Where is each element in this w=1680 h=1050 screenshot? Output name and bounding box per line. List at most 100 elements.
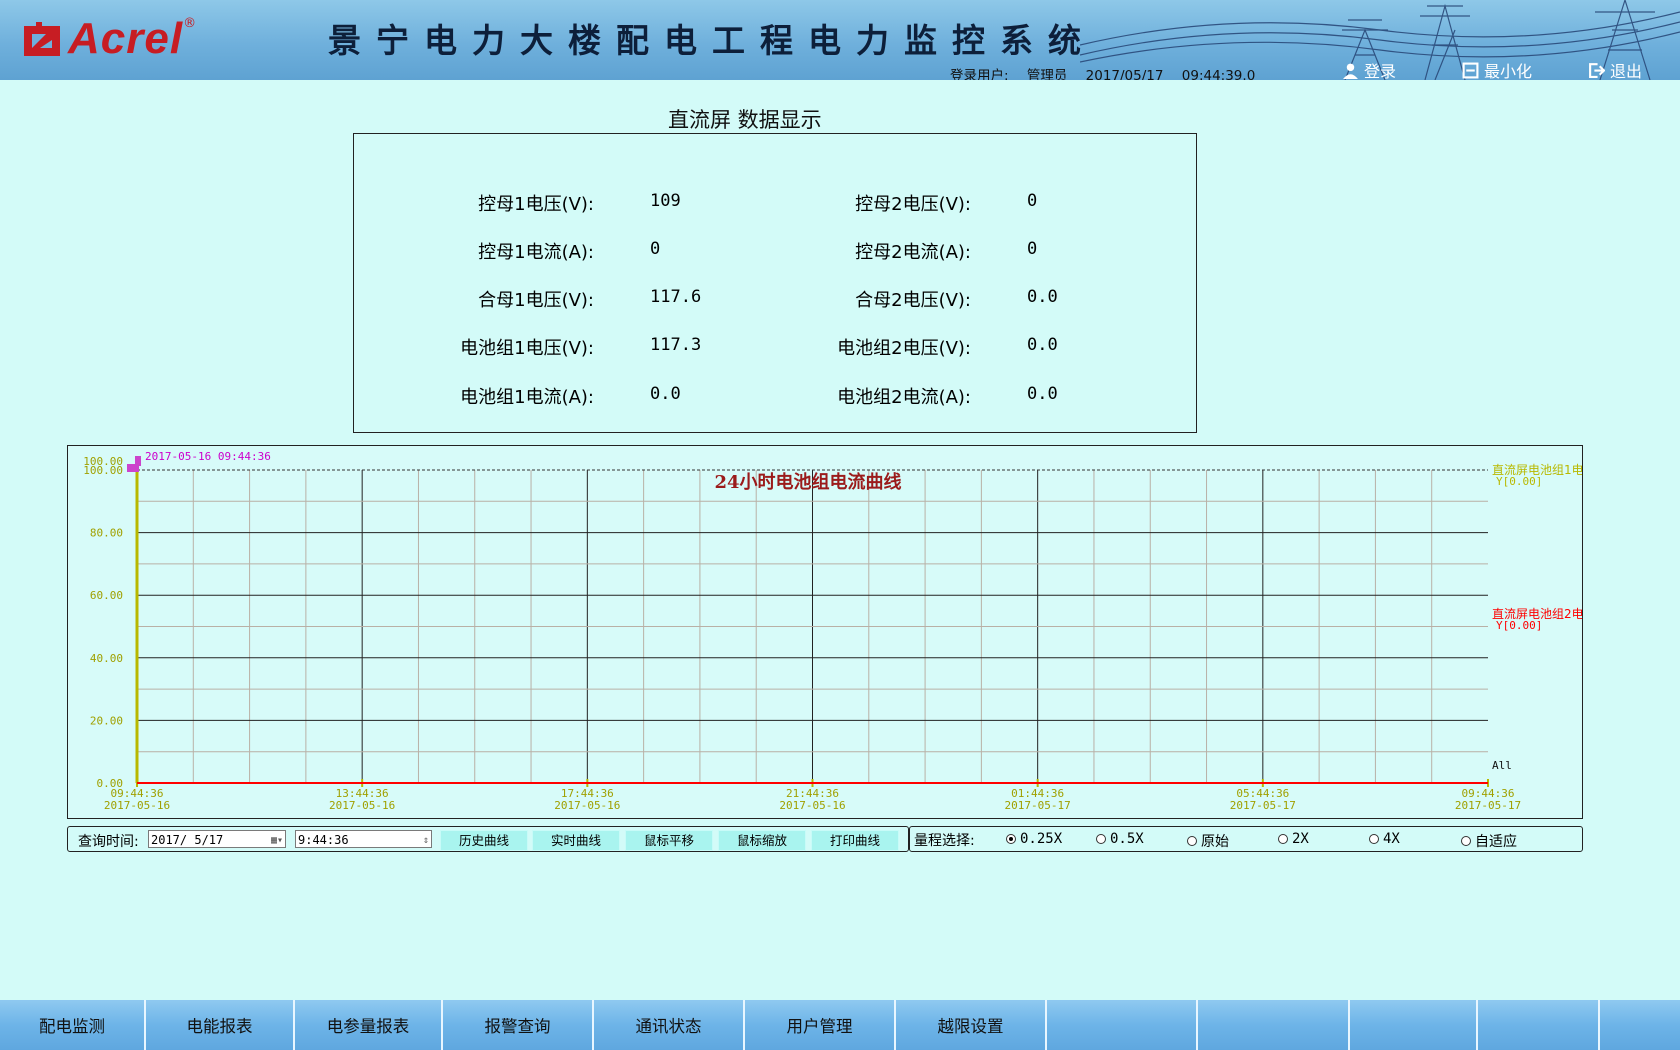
y-tick-label: 20.00 (90, 714, 123, 727)
x-tick-date: 2017-05-16 (329, 799, 395, 812)
query-time-value: 9:44:36 (298, 833, 349, 847)
close-bus2-voltage-label: 合母2电压(V): (855, 290, 971, 311)
user-icon (1343, 63, 1358, 79)
history-curve-button[interactable]: 历史曲线 (440, 830, 528, 851)
battery-current-chart[interactable]: 0.00 20.00 40.00 60.00 80.00 100.00 100.00 09:4… (67, 445, 1583, 819)
exit-button[interactable]: 退出 (1588, 58, 1642, 80)
y-top-label: 100.00 (83, 455, 123, 468)
nav-item-empty[interactable] (1047, 1000, 1198, 1050)
battery1-current-label: 电池组1电流(A): (460, 387, 594, 408)
minimize-label: 最小化 (1484, 62, 1533, 80)
x-tick-date: 2017-05-16 (104, 799, 170, 812)
radio-selected-icon (1006, 834, 1016, 844)
query-date-picker[interactable]: 2017/ 5/17 ▦▾ (148, 830, 286, 848)
ctrl-bus2-current-value: 0 (1027, 239, 1038, 259)
query-bar: 查询时间: 2017/ 5/17 ▦▾ 9:44:36 ⇕ 历史曲线 实时曲线 … (67, 826, 909, 852)
realtime-curve-button[interactable]: 实时曲线 (532, 830, 620, 851)
battery1-current-value: 0.0 (650, 384, 681, 404)
nav-user-management[interactable]: 用户管理 (745, 1000, 896, 1050)
radio-icon (1096, 834, 1106, 844)
query-time-label: 查询时间: (78, 834, 139, 850)
range-option-label: 自适应 (1475, 834, 1517, 850)
nav-energy-report[interactable]: 电能报表 (146, 1000, 295, 1050)
y-tick-label: 60.00 (90, 589, 123, 602)
nav-comm-status[interactable]: 通讯状态 (594, 1000, 745, 1050)
panel-title: 直流屏 数据显示 (668, 108, 822, 132)
battery2-current-value: 0.0 (1027, 384, 1058, 404)
radio-icon (1278, 834, 1288, 844)
range-option-label: 原始 (1201, 834, 1229, 850)
ctrl-bus1-voltage-value: 109 (650, 191, 681, 211)
battery1-voltage-label: 电池组1电压(V): (460, 338, 594, 359)
legend-series-value: Y[0.00] (1496, 619, 1542, 632)
nav-alarm-query[interactable]: 报警查询 (443, 1000, 594, 1050)
battery1-voltage-value: 117.3 (650, 335, 702, 355)
time-spinner-icon[interactable]: ⇕ (423, 832, 429, 850)
mouse-pan-button[interactable]: 鼠标平移 (625, 830, 713, 851)
nav-item-empty[interactable] (1600, 1000, 1680, 1050)
minimize-button[interactable]: 最小化 (1462, 58, 1532, 80)
x-tick-date: 2017-05-17 (1005, 799, 1071, 812)
nav-item-empty[interactable] (1478, 1000, 1600, 1050)
ctrl-bus2-current-label: 控母2电流(A): (855, 242, 971, 263)
range-option-original[interactable]: 原始 (1187, 831, 1229, 851)
current-time: 09:44:39.0 (1181, 68, 1256, 80)
battery2-voltage-value: 0.0 (1027, 335, 1058, 355)
ctrl-bus1-current-label: 控母1电流(A): (478, 242, 594, 263)
app-header: Acrel ® 景宁电力大楼配电工程电力监控系统 登录用户: 管理员 2017/… (0, 0, 1680, 80)
legend-series-value: Y[0.00] (1496, 475, 1542, 488)
chart-canvas[interactable]: 0.0020.0040.0060.0080.00100.00100.0009:4… (68, 446, 1582, 818)
ctrl-bus2-voltage-label: 控母2电压(V): (855, 194, 971, 215)
query-date-value: 2017/ 5/17 (151, 833, 224, 847)
acrel-logo-icon (24, 22, 60, 56)
minimize-icon (1462, 62, 1479, 78)
close-bus1-voltage-value: 117.6 (650, 287, 702, 307)
print-curve-button[interactable]: 打印曲线 (811, 830, 899, 851)
user-label: 登录用户: (950, 68, 1009, 80)
chart-title: 24小时电池组电流曲线 (714, 471, 901, 493)
login-button[interactable]: 登录 (1342, 58, 1396, 80)
cursor-handle (135, 456, 141, 466)
range-option-2x[interactable]: 2X (1278, 831, 1309, 847)
nav-parameter-report[interactable]: 电参量报表 (295, 1000, 443, 1050)
cursor-timestamp: 2017-05-16 09:44:36 (145, 450, 271, 463)
ctrl-bus1-current-value: 0 (650, 239, 661, 259)
range-option-label: 0.5X (1110, 831, 1144, 847)
nav-item-empty[interactable] (1350, 1000, 1478, 1050)
calendar-dropdown-icon[interactable]: ▦▾ (271, 832, 283, 850)
ctrl-bus1-voltage-label: 控母1电压(V): (478, 194, 594, 215)
close-bus2-voltage-value: 0.0 (1027, 287, 1058, 307)
range-option-025x[interactable]: 0.25X (1006, 831, 1062, 847)
logout-icon (1589, 62, 1605, 78)
system-title: 景宁电力大楼配电工程电力监控系统 (328, 21, 1096, 60)
bottom-nav: 配电监测 电能报表 电参量报表 报警查询 通讯状态 用户管理 越限设置 (0, 1000, 1680, 1050)
login-label: 登录 (1364, 62, 1397, 80)
nav-item-empty[interactable] (1198, 1000, 1350, 1050)
dc-data-panel: 控母1电压(V): 109 控母1电流(A): 0 合母1电压(V): 117.… (353, 133, 1197, 433)
mouse-zoom-button[interactable]: 鼠标缩放 (718, 830, 806, 851)
x-tick-date: 2017-05-16 (554, 799, 620, 812)
query-time-input[interactable]: 9:44:36 ⇕ (295, 830, 432, 848)
range-label: 量程选择: (914, 833, 975, 849)
y-tick-label: 40.00 (90, 652, 123, 665)
radio-icon (1187, 836, 1197, 846)
exit-label: 退出 (1610, 62, 1643, 80)
range-option-auto[interactable]: 自适应 (1461, 831, 1517, 851)
x-tick-date: 2017-05-17 (1455, 799, 1521, 812)
range-option-4x[interactable]: 4X (1369, 831, 1400, 847)
user-status-bar: 登录用户: 管理员 2017/05/17 09:44:39.0 (950, 64, 1269, 80)
radio-icon (1369, 834, 1379, 844)
acrel-logo: Acrel ® (22, 14, 196, 64)
battery2-current-label: 电池组2电流(A): (837, 387, 971, 408)
ctrl-bus2-voltage-value: 0 (1027, 191, 1038, 211)
brand-name: Acrel (68, 14, 184, 63)
radio-icon (1461, 836, 1471, 846)
nav-distribution-monitor[interactable]: 配电监测 (0, 1000, 146, 1050)
range-option-label: 0.25X (1020, 831, 1063, 847)
nav-limit-settings[interactable]: 越限设置 (896, 1000, 1047, 1050)
range-option-05x[interactable]: 0.5X (1096, 831, 1144, 847)
range-selector: 量程选择: 0.25X 0.5X 原始 2X 4X 自适应 (909, 826, 1583, 852)
close-bus1-voltage-label: 合母1电压(V): (478, 290, 594, 311)
range-option-label: 4X (1383, 831, 1400, 847)
y-tick-label: 80.00 (90, 527, 123, 540)
